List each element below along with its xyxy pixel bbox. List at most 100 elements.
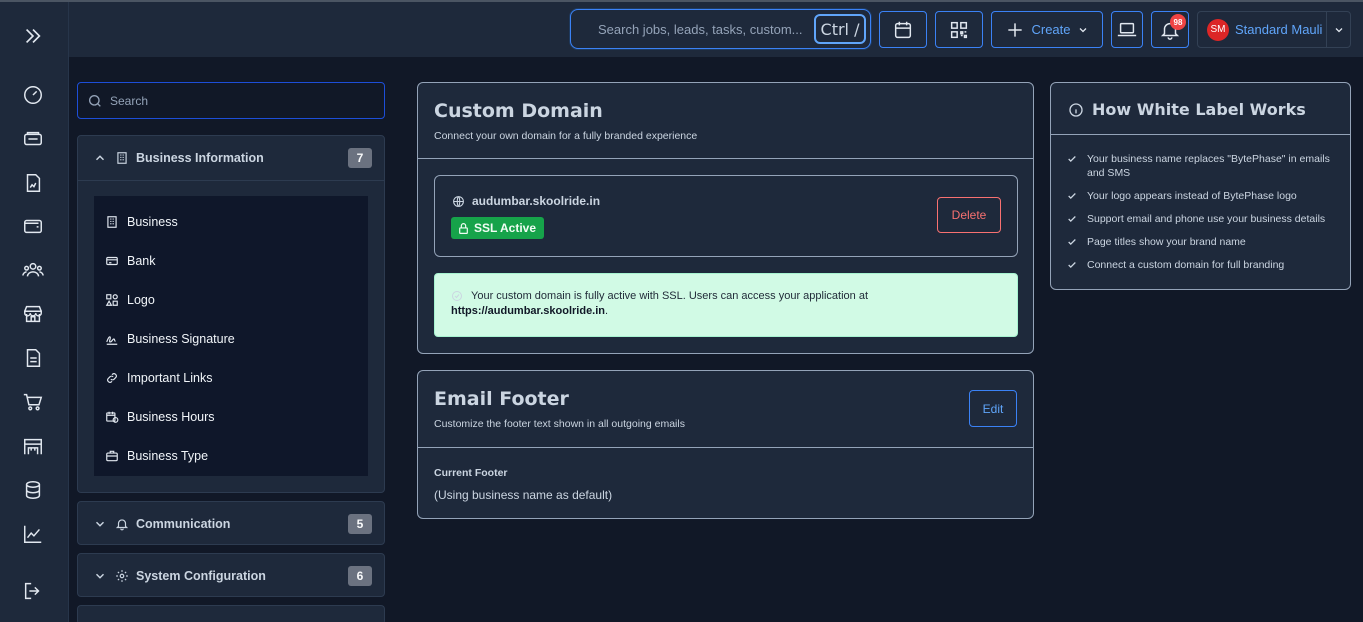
nav-item-label: Business Hours: [127, 409, 215, 424]
user-menu-dropdown[interactable]: [1326, 12, 1350, 47]
avatar: SM: [1207, 18, 1229, 41]
custom-domain-card: Custom Domain Connect your own domain fo…: [417, 82, 1034, 354]
warehouse-icon[interactable]: [19, 432, 47, 460]
card-subtitle: Customize the footer text shown in all o…: [434, 418, 685, 430]
left-rail: [0, 0, 1363, 622]
nav-item-important-links[interactable]: Important Links: [94, 358, 368, 397]
nav-item-logo[interactable]: Logo: [94, 280, 368, 319]
database-icon[interactable]: [19, 476, 47, 504]
group-items-list: Business Bank Logo Business Signature Im…: [94, 196, 368, 476]
nav-item-label: Business Signature: [127, 331, 235, 346]
card-title: Custom Domain: [434, 100, 603, 122]
nav-item-business-signature[interactable]: Business Signature: [94, 319, 368, 358]
nav-item-label: Logo: [127, 292, 155, 307]
edit-footer-button[interactable]: Edit: [969, 390, 1017, 427]
card-title: How White Label Works: [1068, 100, 1306, 119]
wallet-icon[interactable]: [19, 212, 47, 240]
qr-code-button[interactable]: [935, 11, 983, 48]
divider: [78, 180, 384, 181]
group-header-system-configuration[interactable]: System Configuration 6: [78, 554, 384, 598]
chevron-down-icon: [1335, 27, 1342, 32]
status-badge: SSL Active: [451, 217, 545, 239]
card-title: Email Footer: [434, 388, 569, 410]
settings-search-input[interactable]: Search: [77, 82, 385, 119]
list-item: Your business name replaces "BytePhase" …: [1067, 152, 1339, 180]
lock-icon: [459, 222, 468, 234]
bank-card-icon: [106, 256, 118, 265]
analytics-icon[interactable]: [19, 520, 47, 548]
search-icon: [89, 95, 101, 107]
list-item: Page titles show your brand name: [1067, 235, 1339, 249]
group-header-communication[interactable]: Communication 5: [78, 502, 384, 546]
signature-icon: [106, 335, 118, 345]
check-icon: [1068, 216, 1076, 222]
group-system-configuration[interactable]: System Configuration 6: [77, 553, 385, 597]
jobs-icon[interactable]: [19, 125, 47, 153]
current-footer-label: Current Footer: [434, 467, 508, 479]
calendar-button[interactable]: [879, 11, 927, 48]
notifications-button[interactable]: 98: [1151, 11, 1189, 48]
domain-entry: audumbar.skoolride.in SSL Active Delete: [434, 175, 1018, 257]
screen-button[interactable]: [1111, 11, 1143, 48]
nav-item-label: Business Type: [127, 448, 209, 463]
reports-icon[interactable]: [19, 169, 47, 197]
delete-domain-button[interactable]: Delete: [937, 197, 1001, 233]
group-count-badge: 7: [348, 148, 372, 168]
nav-item-business-type[interactable]: Business Type: [94, 436, 368, 475]
white-label-info-card: How White Label Works Your business name…: [1050, 82, 1351, 290]
check-icon: [1068, 239, 1076, 245]
plus-icon: [1008, 22, 1023, 37]
qr-code-icon: [950, 21, 968, 38]
nav-item-bank[interactable]: Bank: [94, 241, 368, 280]
cart-icon[interactable]: [19, 388, 47, 416]
group-count-badge: 5: [348, 514, 372, 534]
create-label: Create: [1031, 22, 1071, 37]
calendar-clock-icon: [106, 411, 119, 423]
documents-icon[interactable]: [19, 344, 47, 372]
check-icon: [1068, 156, 1076, 162]
building-icon: [107, 215, 117, 228]
user-menu-button[interactable]: SM Standard Mauli: [1197, 11, 1351, 48]
group-header-business-information[interactable]: Business Information 7: [78, 136, 384, 180]
global-search-placeholder: Search jobs, leads, tasks, custom...: [598, 22, 803, 37]
nav-item-business[interactable]: Business: [94, 202, 368, 241]
point-text: Your logo appears instead of BytePhase l…: [1087, 190, 1297, 202]
divider: [418, 158, 1033, 159]
info-icon: [1069, 102, 1083, 117]
global-search-input[interactable]: Search jobs, leads, tasks, custom... Ctr…: [570, 9, 871, 49]
notice-line: Your custom domain is fully active with …: [451, 289, 1001, 304]
list-item: Connect a custom domain for full brandin…: [1067, 258, 1339, 272]
laptop-icon: [1117, 22, 1137, 36]
dashboard-icon[interactable]: [19, 81, 47, 109]
store-icon[interactable]: [19, 300, 47, 328]
notice-link[interactable]: https://audumbar.skoolride.in: [451, 305, 605, 317]
briefcase-icon: [106, 450, 118, 461]
create-button[interactable]: Create: [991, 11, 1103, 48]
expand-icon[interactable]: [19, 22, 47, 50]
group-count-badge: 6: [348, 566, 372, 586]
chevron-up-icon: [95, 155, 105, 161]
nav-item-label: Business: [127, 214, 178, 229]
nav-item-business-hours[interactable]: Business Hours: [94, 397, 368, 436]
notice-end: .: [605, 305, 609, 317]
email-footer-card: Email Footer Customize the footer text s…: [417, 370, 1034, 519]
point-text: Page titles show your brand name: [1087, 236, 1246, 248]
calendar-icon: [894, 21, 912, 38]
point-text: Connect a custom domain for full brandin…: [1087, 259, 1285, 271]
divider: [1051, 134, 1350, 135]
card-title-text: How White Label Works: [1092, 100, 1306, 119]
logout-icon[interactable]: [19, 577, 47, 605]
point-text: Your business name replaces "BytePhase" …: [1087, 153, 1330, 179]
current-footer-value: (Using business name as default): [434, 488, 613, 502]
check-icon: [1068, 262, 1076, 268]
notice-text: Your custom domain is fully active with …: [471, 290, 868, 302]
check-circle-icon: [452, 291, 462, 301]
user-name: Standard Mauli: [1235, 22, 1323, 37]
group-business-information: Business Information 7 Business Bank Log…: [77, 135, 385, 493]
team-icon[interactable]: [19, 256, 47, 284]
bell-icon: [115, 519, 129, 531]
logo-icon: [105, 293, 118, 306]
group-next: [77, 605, 385, 622]
group-communication[interactable]: Communication 5: [77, 501, 385, 545]
domain-active-notice: Your custom domain is fully active with …: [434, 273, 1018, 337]
